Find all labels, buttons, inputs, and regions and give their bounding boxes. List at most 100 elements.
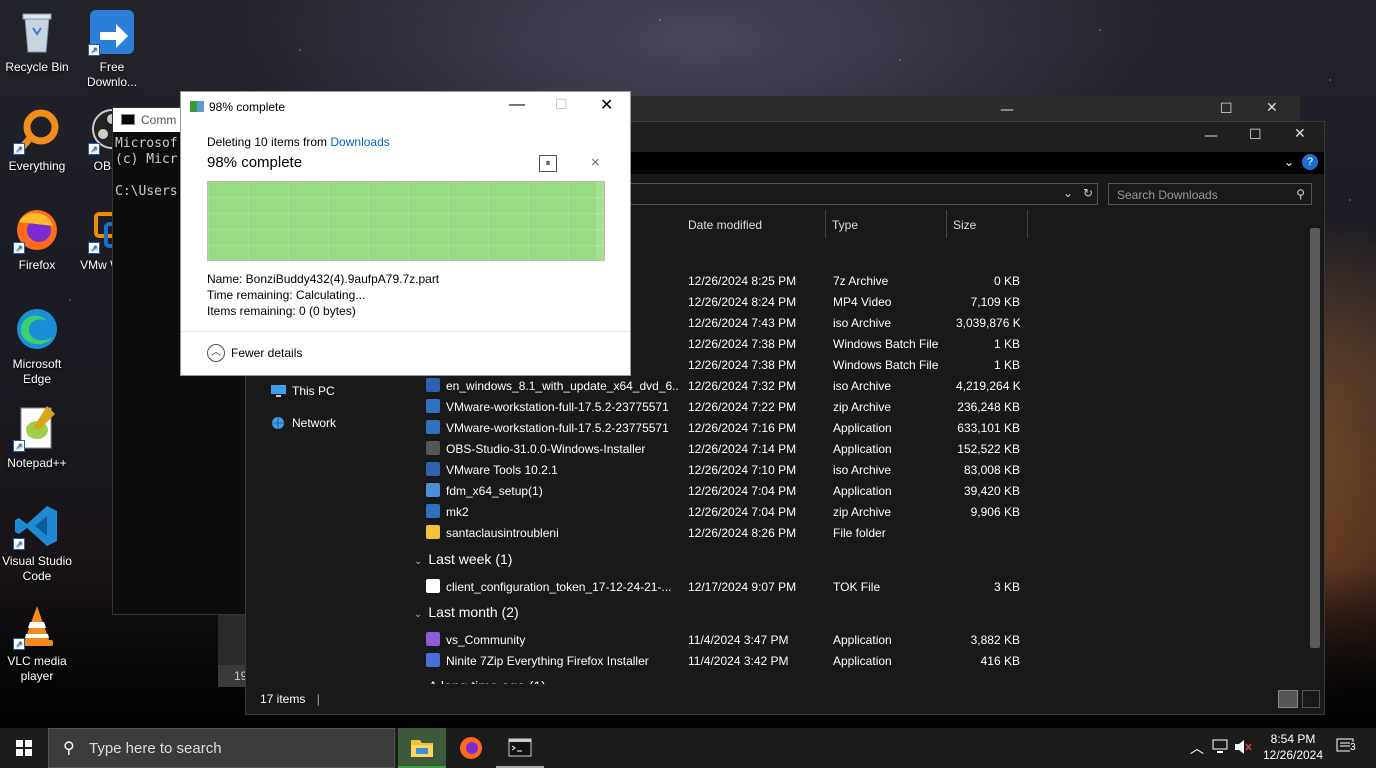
vertical-scrollbar[interactable]: ⌄ (1308, 228, 1322, 692)
file-size: 416 KB (980, 654, 1020, 668)
pause-button[interactable]: ⏸ (539, 155, 557, 172)
item-count: 17 items (260, 692, 306, 706)
help-icon[interactable]: ? (1302, 154, 1318, 170)
nav-label: This PC (292, 384, 335, 398)
current-file-name: Name: BonziBuddy432(4).9aufpA79.7z.part (207, 272, 440, 286)
group-label: Last week (1) (428, 551, 513, 567)
address-dropdown-icon[interactable]: ⌄ (1063, 186, 1073, 200)
file-type-icon (426, 462, 440, 476)
file-row[interactable]: VMware-workstation-full-17.5.2-23775571 1… (406, 396, 1306, 417)
taskbar-firefox[interactable] (447, 728, 495, 768)
desktop-icon-label: Firefox (18, 258, 56, 272)
desktop-icon-recycle-bin[interactable]: Recycle Bin (0, 8, 74, 75)
taskbar-file-explorer[interactable] (398, 728, 446, 768)
file-date-modified: 12/26/2024 7:10 PM (688, 463, 797, 477)
column-header-date[interactable]: Date modified (682, 210, 826, 238)
large-icons-view-icon[interactable] (1302, 690, 1320, 708)
file-row[interactable]: vs_Community 11/4/2024 3:47 PM Application… (406, 629, 1306, 650)
file-date-modified: 12/26/2024 7:38 PM (688, 337, 797, 351)
desktop-icon-vscode[interactable]: ↗ Visual Studio Code (0, 502, 74, 584)
file-size: 3,882 KB (970, 633, 1020, 647)
file-size: 3 KB (993, 580, 1020, 594)
free-download-manager-icon: ↗ (88, 8, 136, 56)
scrollbar-thumb[interactable] (1310, 228, 1320, 648)
file-size: 1 KB (993, 337, 1020, 351)
column-header-size[interactable]: Size (947, 210, 1028, 238)
cmd-icon (121, 114, 135, 125)
cancel-operation-button[interactable]: × (591, 154, 600, 171)
file-row[interactable]: Ninite 7Zip Everything Firefox Installer… (406, 650, 1306, 671)
desktop-icon-everything[interactable]: ↗ Everything (0, 107, 74, 174)
column-label: Date modified (688, 218, 763, 232)
background-maximize-button[interactable]: ☐ (1220, 101, 1233, 117)
file-type: MP4 Video (833, 295, 892, 309)
file-size: 236,248 KB (957, 400, 1020, 414)
desktop-icon-free-download-manager[interactable]: ↗ Free Downlo... (75, 8, 149, 90)
taskbar-search-box[interactable]: ⚲ Type here to search (48, 728, 395, 768)
volume-muted-icon[interactable] (1234, 739, 1252, 755)
desktop-icon-notepad-plus-plus[interactable]: ↗ Notepad++ (0, 404, 74, 471)
start-button[interactable] (0, 728, 48, 768)
deleting-text: Deleting 10 items from (207, 135, 331, 149)
shortcut-arrow-icon: ↗ (88, 242, 100, 254)
group-last-week[interactable]: ⌄ Last week (1) (414, 551, 512, 567)
desktop-icon-label: Recycle Bin (5, 60, 69, 74)
downloads-link[interactable]: Downloads (330, 135, 389, 149)
file-row[interactable]: fdm_x64_setup(1) 12/26/2024 7:04 PM Applic… (406, 480, 1306, 501)
fewer-details-toggle[interactable]: ︿ Fewer details (181, 331, 630, 375)
ribbon-expand-icon[interactable]: ⌄ (1284, 155, 1294, 169)
taskbar: ⚲ Type here to search ︿ 8:54 PM 12/26/20… (0, 728, 1376, 768)
dialog-titlebar[interactable]: 98% complete — ☐ ✕ (181, 92, 630, 122)
clock[interactable]: 8:54 PM 12/26/2024 (1258, 728, 1328, 768)
dialog-minimize-button[interactable]: — (509, 96, 525, 114)
address-bar[interactable]: ⌄ ↻ (616, 183, 1098, 205)
file-date-modified: 12/26/2024 7:14 PM (688, 442, 797, 456)
show-hidden-icons-chevron-icon[interactable]: ︿ (1190, 738, 1204, 758)
file-row[interactable]: santaclausintroubleni 12/26/2024 8:26 PM F… (406, 522, 1306, 543)
desktop-icon-firefox[interactable]: ↗ Firefox (0, 206, 74, 273)
clock-time: 8:54 PM (1270, 732, 1316, 746)
everything-search-icon: ↗ (13, 107, 61, 155)
file-name: vs_Community (446, 633, 526, 647)
file-row[interactable]: en_windows_8.1_with_update_x64_dvd_6... 1… (406, 375, 1306, 396)
column-header-type[interactable]: Type (826, 210, 947, 238)
file-name: VMware-workstation-full-17.5.2-23775571 (446, 400, 669, 414)
maximize-button[interactable]: ☐ (1249, 127, 1262, 143)
file-date-modified: 12/17/2024 9:07 PM (688, 580, 797, 594)
nav-item-network[interactable]: Network (266, 416, 336, 430)
search-downloads-input[interactable]: Search Downloads ⚲ (1108, 183, 1312, 205)
dialog-maximize-button[interactable]: ☐ (555, 96, 568, 113)
shortcut-arrow-icon: ↗ (13, 538, 25, 550)
desktop-icon-vlc[interactable]: ↗ VLC media player (0, 602, 74, 684)
dialog-close-button[interactable]: ✕ (600, 95, 613, 115)
group-last-month[interactable]: ⌄ Last month (2) (414, 604, 519, 620)
vlc-cone-icon: ↗ (13, 602, 61, 650)
details-view-icon[interactable] (1278, 690, 1298, 708)
file-name: VMware Tools 10.2.1 (446, 463, 558, 477)
close-button[interactable]: ✕ (1294, 126, 1306, 142)
delete-progress-dialog[interactable]: 98% complete — ☐ ✕ Deleting 10 items fro… (180, 91, 631, 376)
file-row[interactable]: mk2 12/26/2024 7:04 PM zip Archive 9,906 KB (406, 501, 1306, 522)
file-type-icon (426, 399, 440, 413)
file-type: Windows Batch File (833, 337, 939, 351)
background-close-button[interactable]: ✕ (1266, 100, 1278, 116)
refresh-icon[interactable]: ↻ (1083, 186, 1093, 200)
background-minimize-button[interactable]: — (1000, 102, 1014, 118)
minimize-button[interactable]: — (1204, 128, 1218, 144)
chevron-up-icon: ︿ (207, 344, 225, 362)
file-row[interactable]: VMware-workstation-full-17.5.2-23775571 1… (406, 417, 1306, 438)
edge-icon (13, 305, 61, 353)
file-name: OBS-Studio-31.0.0-Windows-Installer (446, 442, 646, 456)
file-row[interactable]: OBS-Studio-31.0.0-Windows-Installer 12/26… (406, 438, 1306, 459)
taskbar-command-prompt[interactable] (496, 728, 544, 768)
file-row[interactable]: VMware Tools 10.2.1 12/26/2024 7:10 PM iso… (406, 459, 1306, 480)
file-date-modified: 12/26/2024 7:22 PM (688, 400, 797, 414)
file-type: Application (833, 442, 892, 456)
network-icon[interactable] (1212, 739, 1230, 755)
desktop-icon-edge[interactable]: Microsoft Edge (0, 305, 74, 387)
nav-item-this-pc[interactable]: This PC (266, 384, 335, 398)
file-row[interactable]: client_configuration_token_17-12-24-21-.… (406, 576, 1306, 597)
time-remaining: Time remaining: Calculating... (207, 288, 366, 302)
file-type: Windows Batch File (833, 358, 939, 372)
notification-center-button[interactable]: 3 (1330, 728, 1370, 768)
